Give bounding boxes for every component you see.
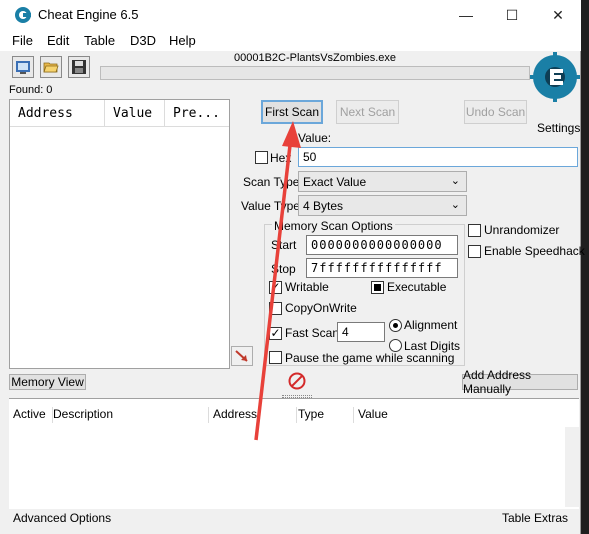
start-label: Start [271,238,297,252]
scan-type-value: Exact Value [303,174,367,189]
open-file-button[interactable] [40,56,62,78]
vertical-scrollbar[interactable] [565,427,579,507]
menu-help[interactable]: Help [169,33,196,48]
menu-edit[interactable]: Edit [47,33,69,48]
red-arrow-icon [235,350,248,362]
table-extras-button[interactable]: Table Extras [502,511,568,525]
memory-scan-options-title: Memory Scan Options [272,219,395,233]
writable-checkbox[interactable]: ✓ [269,281,282,294]
menu-table[interactable]: Table [84,33,115,48]
stop-address-input[interactable]: 7fffffffffffffff [306,258,458,278]
scan-type-label: Scan Type [243,175,300,189]
scan-results-header: Address Value Pre... [10,100,229,127]
window-title: Cheat Engine 6.5 [38,7,139,22]
column-active[interactable]: Active [13,407,53,423]
writable-label: Writable [285,280,329,294]
found-count: Found: 0 [9,84,53,96]
process-name: 00001B2C-PlantsVsZombies.exe [233,52,397,64]
hex-label: Hex [270,151,292,165]
next-scan-button[interactable]: Next Scan [336,100,399,124]
column-previous[interactable]: Pre... [165,100,229,127]
pointer-scan-arrow-button[interactable] [231,346,253,366]
maximize-button[interactable]: ☐ [489,0,535,30]
alignment-radio[interactable] [389,319,402,332]
executable-label: Executable [387,280,447,294]
open-process-button[interactable] [12,56,34,78]
background-desktop [581,0,589,534]
menu-d3d[interactable]: D3D [130,33,156,48]
column-address[interactable]: Address [10,100,105,127]
bottom-bar: Advanced Options Table Extras [9,509,579,529]
scan-results-list[interactable]: Address Value Pre... [9,99,230,369]
scan-type-select[interactable]: Exact Value ⌄ [298,171,467,192]
fast-scan-label: Fast Scan [285,326,340,340]
value-type-label: Value Type [241,199,300,213]
enable-speedhack-checkbox[interactable] [468,245,481,258]
open-process-icon [16,61,30,74]
settings-link[interactable]: Settings [537,121,580,135]
value-type-select[interactable]: 4 Bytes ⌄ [298,195,467,216]
folder-open-icon [43,62,59,73]
column-address[interactable]: Address [213,407,297,423]
column-value[interactable]: Value [358,407,418,423]
first-scan-button[interactable]: First Scan [261,100,323,124]
close-button[interactable]: ✕ [535,0,581,30]
unrandomizer-label: Unrandomizer [484,223,560,237]
menu-file[interactable]: File [12,33,33,48]
cheat-engine-app-icon [15,7,31,23]
enable-speedhack-label: Enable Speedhack [484,244,585,258]
column-value[interactable]: Value [105,100,165,127]
pause-game-label: Pause the game while scanning [285,351,455,365]
address-table[interactable]: Active Description Address Type Value [9,398,579,509]
copy-on-write-checkbox[interactable] [269,302,282,315]
stop-sign-icon [288,372,306,390]
fast-scan-checkbox[interactable]: ✓ [269,327,282,340]
executable-checkbox[interactable] [371,281,384,294]
save-button[interactable] [68,56,90,78]
floppy-disk-icon [72,60,86,74]
cheat-engine-window: Cheat Engine 6.5 — ☐ ✕ File Edit Table D… [0,0,585,534]
scan-progress-bar [100,66,530,80]
value-type-value: 4 Bytes [303,198,344,213]
chevron-down-icon: ⌄ [450,175,460,187]
chevron-down-icon: ⌄ [450,199,460,211]
clear-list-button[interactable] [288,372,306,390]
column-description[interactable]: Description [53,407,209,423]
unrandomizer-checkbox[interactable] [468,224,481,237]
advanced-options-button[interactable]: Advanced Options [13,511,111,525]
minimize-button[interactable]: — [443,0,489,30]
stop-label: Stop [271,262,296,276]
pause-game-checkbox[interactable] [269,351,282,364]
fast-scan-input[interactable]: 4 [337,322,385,342]
start-address-input[interactable]: 0000000000000000 [306,235,458,255]
add-address-manually-button[interactable]: Add Address Manually [462,368,578,396]
column-type[interactable]: Type [298,407,354,423]
memory-view-button[interactable]: Memory View [9,374,86,390]
cheat-engine-logo[interactable] [530,52,580,120]
title-bar: Cheat Engine 6.5 — ☐ ✕ [0,0,581,30]
undo-scan-button[interactable]: Undo Scan [464,100,527,124]
hex-checkbox[interactable] [255,151,268,164]
value-label: Value: [298,131,332,145]
menu-bar: File Edit Table D3D Help [0,30,581,51]
copy-on-write-label: CopyOnWrite [285,301,357,315]
value-input[interactable]: 50 [298,147,578,167]
alignment-label: Alignment [404,318,458,332]
